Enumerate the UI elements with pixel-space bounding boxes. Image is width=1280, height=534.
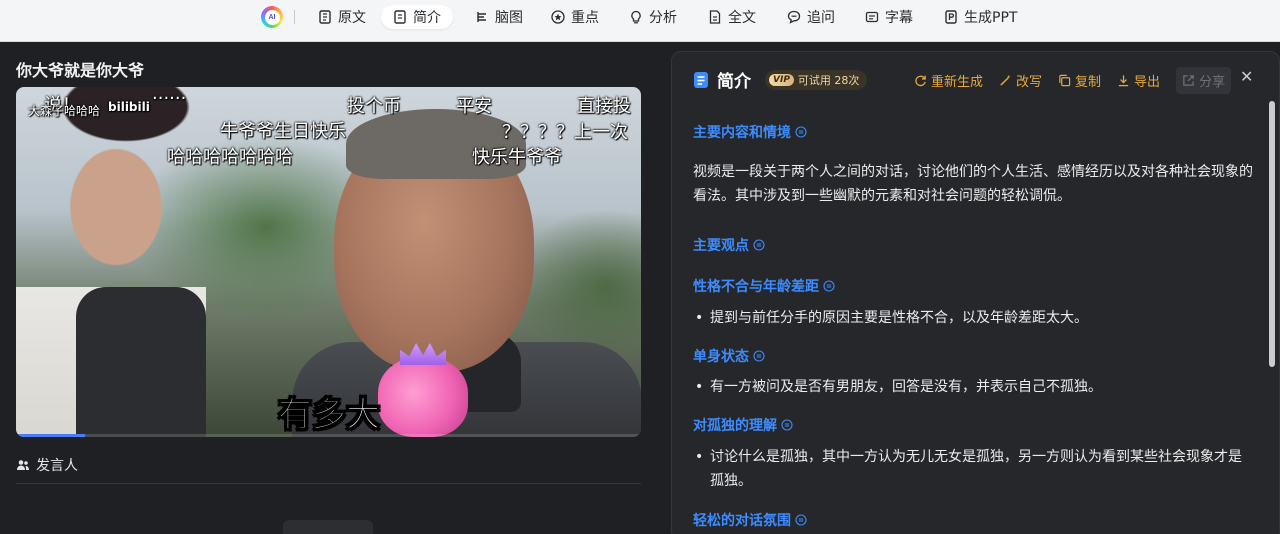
tab-highlights[interactable]: 重点 [539, 5, 611, 29]
danmaku-item: 投个币 [347, 96, 401, 117]
regenerate-button[interactable]: 重新生成 [914, 71, 983, 90]
divider [294, 10, 295, 24]
panel-title: 简介 [717, 72, 751, 92]
summary-panel: 简介 VIP 可试用 28次 重新生成 改写 复制 导出 分享 ✕ 主要内容和情… [671, 51, 1280, 534]
tab-followup[interactable]: 追问 [775, 5, 847, 29]
speakers-header[interactable]: 发言人 [16, 455, 78, 475]
comment-icon [795, 126, 807, 138]
video-progress-fill [16, 434, 85, 437]
copy-icon [1059, 74, 1071, 87]
comment-icon [753, 350, 765, 362]
tab-analysis[interactable]: 分析 [617, 5, 689, 29]
tab-subtitles[interactable]: 字幕 [853, 5, 925, 29]
vip-trial-badge[interactable]: VIP 可试用 28次 [765, 69, 868, 90]
close-icon[interactable]: ✕ [1240, 67, 1253, 86]
video-title: 你大爷就是你大爷 [16, 61, 145, 80]
panel-title-group: 简介 VIP 可试用 28次 [693, 67, 868, 92]
video-progress-bar[interactable] [16, 434, 641, 437]
refresh-icon [915, 75, 926, 87]
tab-original[interactable]: 原文 [306, 5, 378, 29]
export-button[interactable]: 导出 [1117, 71, 1160, 90]
bilibili-watermark: bilibili [108, 100, 150, 114]
ppt-icon [945, 10, 957, 24]
danmaku-item: 快乐牛爷爷 [472, 147, 562, 168]
speaker-chip-placeholder [283, 520, 373, 534]
section-subheading[interactable]: 对孤独的理解 [693, 415, 793, 435]
danmaku-item: 牛爷爷生日快乐 [220, 121, 346, 142]
rewrite-button[interactable]: 改写 [999, 71, 1042, 90]
magic-wand-icon [1000, 74, 1011, 86]
list-item: 有一方被问及是否有男朋友，回答是没有，并表示自己不孤独。 [693, 375, 1253, 399]
danmaku-item: ？？？？上一次 [502, 122, 628, 143]
people-icon [17, 460, 29, 470]
section-heading[interactable]: 主要观点 [693, 235, 765, 255]
scrollbar[interactable] [1269, 101, 1275, 367]
tab-mindmap[interactable]: 脑图 [463, 5, 535, 29]
panel-header: 简介 VIP 可试用 28次 重新生成 改写 复制 导出 分享 ✕ [693, 67, 1279, 94]
comment-icon [823, 280, 835, 292]
chat-icon [787, 10, 801, 24]
share-button[interactable]: 分享 [1176, 67, 1232, 94]
list-item: 提到与前任分手的原因主要是性格不合，以及年龄差距太大。 [693, 306, 1253, 330]
list-item: 讨论什么是孤独，其中一方认为无儿无女是孤独，另一方则认为看到某些社会现象才是孤独… [693, 445, 1253, 493]
ai-logo-icon[interactable]: AI [261, 6, 283, 28]
danmaku-item: ...... [152, 87, 187, 104]
mindmap-icon [477, 12, 486, 22]
panel-actions: 重新生成 改写 复制 导出 分享 [914, 67, 1232, 94]
danmaku-item: 直接投 [577, 96, 631, 117]
section-paragraph: 视频是一段关于两个人之间的对话，讨论他们的个人生活、感情经历以及对各种社会现象的… [693, 164, 1253, 204]
comment-icon [795, 514, 807, 526]
share-icon [1183, 75, 1194, 86]
tab-generate-ppt[interactable]: 生成PPT [932, 5, 1029, 29]
subtitle-icon [865, 11, 879, 23]
vip-badge: VIP [769, 73, 794, 86]
download-icon [1118, 75, 1129, 87]
section-heading[interactable]: 主要内容和情境 [693, 122, 807, 142]
danmaku-item: 哈哈哈哈哈哈哈 [167, 147, 293, 168]
summary-doc-icon [694, 71, 708, 88]
comment-icon [781, 419, 793, 431]
tab-fulltext[interactable]: 全文 [696, 5, 768, 29]
video-toy [378, 357, 468, 437]
divider [16, 483, 641, 484]
vip-trial-text: 可试用 28次 [797, 73, 860, 87]
summary-icon [394, 10, 406, 24]
comment-icon [753, 239, 765, 251]
bulb-icon [631, 10, 641, 24]
document-icon [319, 10, 331, 24]
section-subheading[interactable]: 轻松的对话氛围 [693, 510, 807, 530]
star-icon [551, 10, 565, 24]
fulltext-icon [709, 10, 721, 24]
video-person-left-jacket [76, 287, 206, 437]
video-player[interactable]: 说！ 大森子哈哈哈 bilibili ...... 投个币 平安 直接投 牛爷爷… [16, 87, 641, 437]
section-subheading[interactable]: 性格不合与年龄差距 [693, 276, 835, 296]
section-subheading[interactable]: 单身状态 [693, 346, 765, 366]
copy-button[interactable]: 复制 [1058, 71, 1101, 90]
top-tab-bar: AI 原文 简介 脑图 重点 分析 全文 追问 字幕 生成PPT [0, 0, 1280, 42]
video-subtitle: 有多大 [278, 395, 381, 436]
danmaku-item: 大森子哈哈哈 [28, 104, 101, 118]
danmaku-item: 平安 [456, 96, 492, 117]
tab-summary[interactable]: 简介 [381, 5, 453, 29]
